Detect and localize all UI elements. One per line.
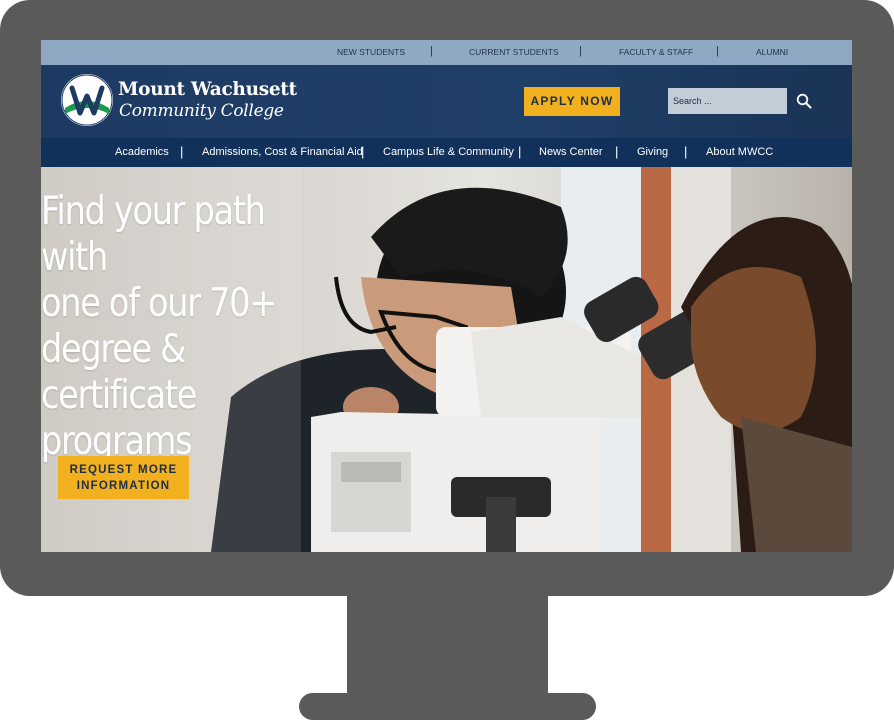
utility-link-current-students[interactable]: CURRENT STUDENTS: [469, 47, 559, 57]
site-header: Mount Wachusett Community College APPLY …: [41, 65, 852, 138]
nav-separator: |: [180, 144, 184, 159]
nav-item-campus-life[interactable]: Campus Life & Community: [383, 146, 514, 158]
request-info-button[interactable]: REQUEST MORE INFORMATION: [58, 456, 189, 499]
logo-text-line2[interactable]: Community College: [119, 101, 284, 121]
monitor-stand-neck: [347, 594, 548, 698]
utility-link-faculty-staff[interactable]: FACULTY & STAFF: [619, 47, 693, 57]
nav-separator: |: [684, 144, 688, 159]
utility-link-new-students[interactable]: NEW STUDENTS: [337, 47, 405, 57]
hero-banner: Find your path with one of our 70+ degre…: [41, 167, 852, 552]
monitor-stand-base: [299, 693, 596, 720]
nav-separator: |: [361, 144, 365, 159]
search-input[interactable]: [668, 88, 787, 114]
utility-separator: |: [716, 45, 719, 57]
nav-separator: |: [518, 144, 522, 159]
nav-separator: |: [615, 144, 619, 159]
nav-item-news-center[interactable]: News Center: [539, 146, 603, 158]
nav-item-academics[interactable]: Academics: [115, 146, 169, 158]
search-icon[interactable]: [796, 93, 812, 109]
nav-item-admissions[interactable]: Admissions, Cost & Financial Aid: [202, 146, 363, 158]
utility-separator: |: [579, 45, 582, 57]
utility-separator: |: [430, 45, 433, 57]
nav-item-about[interactable]: About MWCC: [706, 146, 773, 158]
request-info-label: REQUEST MORE INFORMATION: [69, 464, 178, 492]
hero-heading: Find your path with one of our 70+ degre…: [41, 189, 277, 464]
nav-item-giving[interactable]: Giving: [637, 146, 668, 158]
main-nav: Academics | Admissions, Cost & Financial…: [41, 138, 852, 167]
utility-link-alumni[interactable]: ALUMNI: [756, 47, 788, 57]
logo-text-line1[interactable]: Mount Wachusett: [118, 79, 297, 100]
utility-bar: NEW STUDENTS | CURRENT STUDENTS | FACULT…: [41, 40, 852, 65]
apply-now-button[interactable]: APPLY NOW: [524, 87, 620, 116]
website-screen: NEW STUDENTS | CURRENT STUDENTS | FACULT…: [41, 40, 852, 552]
logo-w-icon[interactable]: [61, 74, 113, 126]
